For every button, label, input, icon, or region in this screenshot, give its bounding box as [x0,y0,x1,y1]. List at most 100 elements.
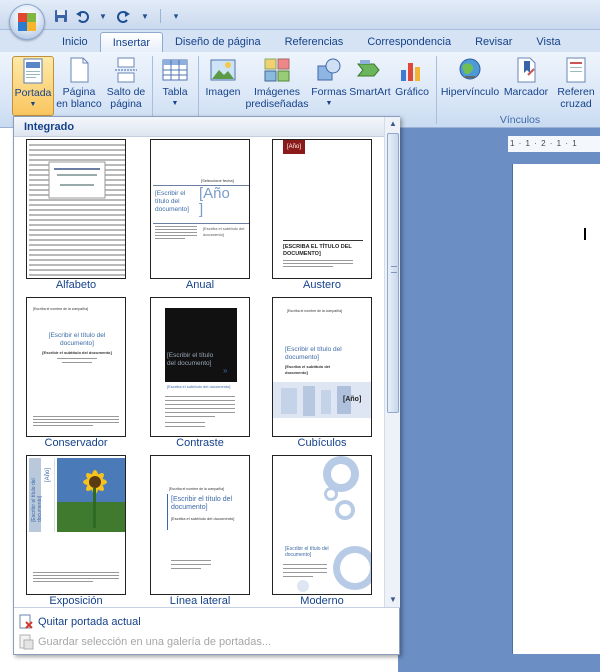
save-icon[interactable] [52,7,70,25]
tab-referencias[interactable]: Referencias [273,32,356,52]
imagenes-label: Imágenes [253,86,301,98]
cover-label-austero: Austero [303,279,341,291]
referencia-label: Referen [557,86,595,98]
save-to-gallery-icon [14,631,38,653]
smartart-icon [356,56,384,84]
cover-cubiculos[interactable]: [Escriba el nombre de la compañía] [Escr… [272,297,372,437]
referencia-cruzada-button[interactable]: Referen cruzad [552,56,600,116]
tab-inicio[interactable]: Inicio [50,32,100,52]
grafico-label: Gráfico [395,86,429,98]
cover-contraste[interactable]: [Escribir el título del documento] » [Es… [150,297,250,437]
cubiculos-company: [Escriba el nombre de la compañía] [287,309,343,313]
anual-subtitle: [Escriba el subtítulo del documento] [203,226,245,237]
marcador-label: Marcador [503,86,549,98]
contraste-body-text [165,396,235,427]
pagina2-label: página [110,98,142,110]
blank-page-icon [65,56,93,84]
remove-cover-menu-item[interactable]: Quitar portada actual [14,611,400,633]
tab-vista[interactable]: Vista [524,32,572,52]
pagina-label: Página [62,86,96,98]
salto-pagina-button[interactable]: Salto de página [104,56,148,116]
cover-exposicion[interactable]: [Escribir el título del documento] [Año] [26,455,126,595]
pagina-en-blanco-button[interactable]: Página en blanco [56,56,102,116]
redo-icon[interactable] [115,7,133,25]
exposicion-year: [Año] [45,467,52,483]
marcador-button[interactable]: Marcador [502,56,550,116]
document-page[interactable] [512,164,600,654]
tabla-label: Tabla [162,86,188,98]
anual-year: [Año [199,185,230,202]
lateral-meta [171,560,211,569]
office-logo-icon [18,13,36,31]
formas-button[interactable]: Formas ▼ [310,56,348,116]
cover-label-moderno: Moderno [300,595,344,607]
tabla-button[interactable]: Tabla ▼ [156,56,194,116]
scroll-up-icon[interactable]: ▲ [385,117,401,131]
imagen-button[interactable]: Imagen [202,56,244,116]
horizontal-ruler: 1 · 1 · 2 · 1 · 1 [508,136,600,152]
toolbar-divider [160,9,161,23]
hipervinculo-button[interactable]: Hipervínculo [440,56,500,116]
anual-date: [Seleccione fecha] [201,178,234,183]
moderno-circles [283,456,371,592]
anual-title: [Escribir el título del documento] [155,190,189,213]
cover-label-linea-lateral: Línea lateral [169,595,231,607]
austero-title: [ESCRIBA EL TÍTULO DEL DOCUMENTO] [283,244,352,257]
picture-icon [209,56,237,84]
contraste-subtitle: [Escriba el subtítulo del documento] [167,384,231,389]
hipervinculo-label: Hipervínculo [440,86,500,98]
anual-year-close: ] [199,201,204,218]
smartart-button[interactable]: SmartArt [348,56,392,116]
cubiculos-title: [Escribir el título del documento] [285,346,342,361]
cubiculos-subtitle: [Escriba el subtítulo del documento] [285,364,331,375]
portada-button[interactable]: Portada ▼ [12,56,54,116]
menu-divider [14,607,400,608]
cover-label-exposicion: Exposición [49,595,103,607]
vinculos-group-label: Vínculos [499,114,541,126]
conservador-title: [Escribir el título del documento] [48,332,106,347]
cover-label-alfabeto: Alfabeto [55,279,97,291]
tab-revisar[interactable]: Revisar [463,32,524,52]
cover-label-cubiculos: Cubículos [297,437,347,449]
gallery-scrollbar[interactable]: ▲ ▼ [384,117,400,607]
tab-correspondencia[interactable]: Correspondencia [355,32,463,52]
lateral-company: [Escriba el nombre de la compañía] [169,487,225,491]
group-divider [198,56,199,124]
conservador-company: [Escriba el nombre de la compañía] [33,307,89,311]
cruzada-label: cruzad [560,98,592,110]
scroll-down-icon[interactable]: ▼ [385,593,401,607]
imagen-label: Imagen [205,86,241,98]
cover-anual[interactable]: [Seleccione fecha] [Escribir el título d… [150,139,250,279]
contraste-title: [Escribir el título del documento] [167,352,214,367]
page-break-icon [112,56,140,84]
chevron-down-icon[interactable]: ▼ [94,7,112,25]
customize-icon[interactable]: ▾ [167,7,185,25]
save-selection-menu-item[interactable]: Guardar selección en una galería de port… [14,631,400,653]
scroll-thumb[interactable] [387,133,399,413]
alfabeto-pattern [29,144,125,276]
dropdown-arrow-icon: ▼ [325,100,333,107]
cover-label-anual: Anual [185,279,215,291]
cover-austero[interactable]: [Año] [ESCRIBA EL TÍTULO DEL DOCUMENTO] [272,139,372,279]
cover-moderno[interactable]: [Escribir el título del documento] [272,455,372,595]
imagenes-prediseñadas-button[interactable]: Imágenes prediseñadas [244,56,310,116]
tab-insertar[interactable]: Insertar [99,32,163,52]
portada-label: Portada [14,87,52,99]
tab-diseno-pagina[interactable]: Diseño de página [163,32,273,52]
formas-label: Formas [311,86,347,98]
conservador-body-text [33,416,119,426]
clip-art-icon [263,56,291,84]
dropdown-arrow-icon: ▼ [29,101,37,108]
anual-body-text [155,226,197,239]
cover-conservador[interactable]: [Escriba el nombre de la compañía] [Escr… [26,297,126,437]
cover-alfabeto[interactable] [26,139,126,279]
cover-linea-lateral[interactable]: [Escriba el nombre de la compañía] [Escr… [150,455,250,595]
cover-label-contraste: Contraste [176,437,224,449]
undo-icon[interactable] [73,7,91,25]
chevron-down-icon[interactable]: ▼ [136,7,154,25]
grafico-button[interactable]: Gráfico [392,56,432,116]
austero-body-text [283,260,353,267]
cover-page-icon [19,57,47,85]
office-button[interactable] [9,4,45,40]
remove-cover-icon [14,611,38,633]
